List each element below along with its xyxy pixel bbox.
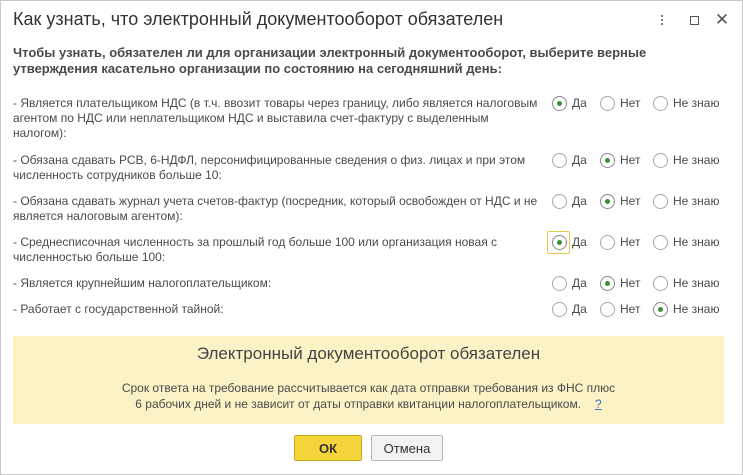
question-text: - Обязана сдавать журнал учета счетов-фа…	[13, 194, 538, 223]
radio-label: Нет	[620, 96, 641, 110]
intro-text: Чтобы узнать, обязателен ли для организа…	[13, 45, 647, 76]
radio-label: Не знаю	[673, 153, 720, 167]
radio-unknown[interactable]: Не знаю	[653, 192, 719, 210]
radio-button[interactable]	[653, 275, 668, 291]
radio-yes[interactable]: Да	[552, 233, 587, 251]
radio-no[interactable]: Нет	[600, 151, 640, 169]
result-description: Срок ответа на требование рассчитывается…	[13, 380, 724, 412]
question-text: - Работает с государственной тайной:	[13, 302, 224, 316]
radio-label: Да	[572, 194, 587, 208]
close-icon[interactable]: ✕	[712, 10, 732, 30]
result-line-1: Срок ответа на требование рассчитывается…	[121, 381, 616, 395]
radio-button[interactable]	[552, 301, 567, 317]
question-text: - Среднесписочная численность за прошлый…	[13, 235, 498, 264]
radio-button[interactable]	[600, 193, 615, 209]
radio-button[interactable]	[600, 275, 615, 291]
radio-label: Нет	[620, 302, 641, 316]
radio-unknown[interactable]: Не знаю	[653, 151, 719, 169]
radio-button[interactable]	[552, 275, 567, 291]
radio-button[interactable]	[600, 95, 615, 111]
radio-label: Нет	[620, 194, 641, 208]
question-text: - Является плательщиком НДС (в т.ч. ввоз…	[13, 96, 538, 140]
radio-yes[interactable]: Да	[552, 192, 587, 210]
ok-button[interactable]: ОК	[294, 435, 362, 461]
window-title: Как узнать, что электронный документообо…	[13, 9, 504, 29]
radio-label: Не знаю	[673, 194, 720, 208]
result-line-2-text: 6 рабочих дней и не зависит от даты отпр…	[135, 397, 582, 411]
radio-button[interactable]	[600, 234, 615, 250]
radio-label: Не знаю	[673, 276, 720, 290]
radio-label: Да	[572, 153, 587, 167]
radio-button[interactable]	[653, 152, 668, 168]
result-title: Электронный документооборот обязателен	[196, 344, 541, 363]
radio-label: Не знаю	[673, 96, 720, 110]
radio-button[interactable]	[600, 152, 615, 168]
radio-unknown[interactable]: Не знаю	[653, 274, 719, 292]
radio-yes[interactable]: Да	[552, 300, 587, 318]
radio-yes[interactable]: Да	[552, 274, 587, 292]
radio-no[interactable]: Нет	[600, 300, 640, 318]
radio-button[interactable]	[653, 234, 668, 250]
radio-button[interactable]	[552, 95, 567, 111]
radio-yes[interactable]: Да	[552, 94, 587, 112]
radio-label: Не знаю	[673, 302, 720, 316]
radio-button[interactable]	[653, 95, 668, 111]
result-banner: Электронный документооборот обязателен С…	[13, 336, 724, 424]
radio-button[interactable]	[653, 193, 668, 209]
question-text: - Обязана сдавать РСВ, 6-НДФЛ, персонифи…	[13, 153, 526, 182]
radio-label: Да	[572, 302, 587, 316]
radio-label: Да	[572, 235, 587, 249]
radio-label: Да	[572, 276, 587, 290]
cancel-button[interactable]: Отмена	[371, 435, 443, 461]
radio-yes[interactable]: Да	[552, 151, 587, 169]
radio-button[interactable]	[653, 301, 668, 317]
radio-button[interactable]	[552, 193, 567, 209]
dialog-window: Как узнать, что электронный документообо…	[0, 0, 743, 475]
radio-label: Нет	[620, 153, 641, 167]
help-link[interactable]: ?	[595, 397, 602, 411]
question-text: - Является крупнейшим налогоплательщиком…	[13, 276, 272, 290]
radio-label: Нет	[620, 235, 641, 249]
radio-label: Нет	[620, 276, 641, 290]
radio-button[interactable]	[552, 152, 567, 168]
radio-no[interactable]: Нет	[600, 192, 640, 210]
more-actions-icon[interactable]	[652, 10, 672, 30]
radio-label: Не знаю	[673, 235, 720, 249]
radio-unknown[interactable]: Не знаю	[653, 94, 719, 112]
radio-no[interactable]: Нет	[600, 274, 640, 292]
result-line-2: 6 рабочих дней и не зависит от даты отпр…	[13, 396, 724, 412]
radio-button[interactable]	[552, 234, 567, 250]
radio-no[interactable]: Нет	[600, 94, 640, 112]
title-bar: Как узнать, что электронный документообо…	[1, 1, 742, 39]
radio-label: Да	[572, 96, 587, 110]
radio-unknown[interactable]: Не знаю	[653, 233, 719, 251]
radio-no[interactable]: Нет	[600, 233, 640, 251]
maximize-icon[interactable]	[684, 10, 704, 30]
radio-unknown[interactable]: Не знаю	[653, 300, 719, 318]
radio-button[interactable]	[600, 301, 615, 317]
